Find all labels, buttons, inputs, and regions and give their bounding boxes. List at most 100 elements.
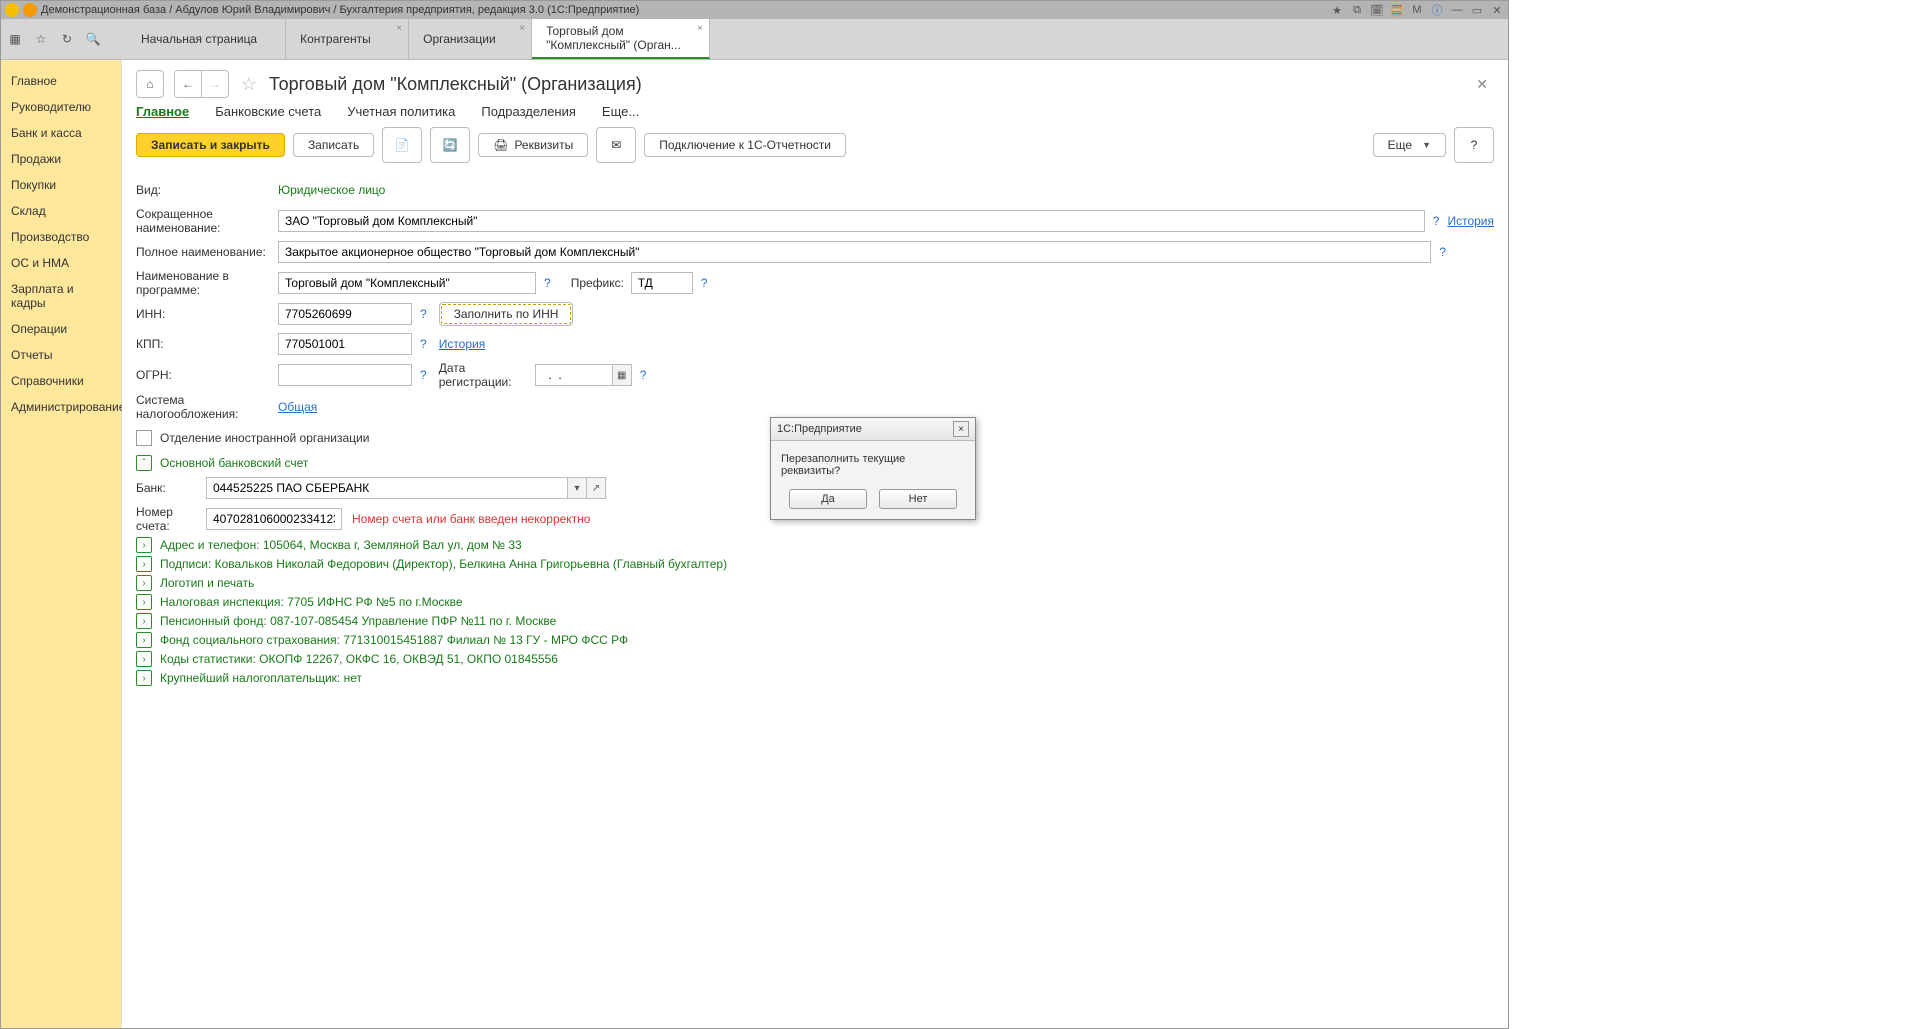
section-link[interactable]: Логотип и печать bbox=[160, 576, 254, 590]
reg-date-input[interactable] bbox=[535, 364, 613, 386]
ogrn-input[interactable] bbox=[278, 364, 412, 386]
expand-toggle[interactable] bbox=[136, 651, 152, 667]
help-icon[interactable]: ? bbox=[701, 276, 708, 290]
sidebar-item[interactable]: Справочники bbox=[1, 368, 121, 394]
expand-toggle[interactable] bbox=[136, 670, 152, 686]
titlebar-icon[interactable]: ⧉ bbox=[1350, 3, 1364, 17]
inn-input[interactable] bbox=[278, 303, 412, 325]
sidebar-item[interactable]: Руководителю bbox=[1, 94, 121, 120]
dropdown-icon[interactable]: ▾ bbox=[568, 477, 587, 499]
email-icon-button[interactable]: ✉ bbox=[596, 127, 636, 163]
section-link[interactable]: Коды статистики: ОКОПФ 12267, ОКФС 16, О… bbox=[160, 652, 558, 666]
fill-by-inn-button[interactable]: Заполнить по ИНН bbox=[439, 302, 574, 326]
tab-counterparties[interactable]: Контрагенты × bbox=[286, 19, 409, 59]
close-icon[interactable]: × bbox=[697, 23, 703, 34]
expand-toggle[interactable] bbox=[136, 632, 152, 648]
kpp-input[interactable] bbox=[278, 333, 412, 355]
home-button[interactable]: ⌂ bbox=[136, 70, 164, 98]
history-icon[interactable]: ↻ bbox=[59, 31, 75, 47]
search-icon[interactable]: 🔍 bbox=[85, 31, 101, 47]
history-link[interactable]: История bbox=[1447, 214, 1494, 228]
dialog-no-button[interactable]: Нет bbox=[879, 489, 957, 509]
document-icon-button[interactable]: 📄 bbox=[382, 127, 422, 163]
apps-icon[interactable]: ▦ bbox=[7, 31, 23, 47]
titlebar-icon[interactable]: 🧮 bbox=[1390, 3, 1404, 17]
expand-toggle[interactable] bbox=[136, 455, 152, 471]
maximize-button[interactable]: ▭ bbox=[1470, 3, 1484, 17]
refresh-icon-button[interactable]: 🔄 bbox=[430, 127, 470, 163]
sidebar-item[interactable]: Отчеты bbox=[1, 342, 121, 368]
help-icon[interactable]: ? bbox=[420, 307, 427, 321]
help-icon[interactable]: ? bbox=[420, 368, 427, 382]
foreign-branch-checkbox[interactable] bbox=[136, 430, 152, 446]
subnav-accounting-policy[interactable]: Учетная политика bbox=[347, 104, 455, 119]
titlebar-icon[interactable]: M bbox=[1410, 3, 1424, 17]
section-link[interactable]: Налоговая инспекция: 7705 ИФНС РФ №5 по … bbox=[160, 595, 463, 609]
tab-org-form[interactable]: Торговый дом "Комплексный" (Орган... × bbox=[532, 19, 710, 59]
help-icon[interactable]: ? bbox=[420, 337, 427, 351]
requisites-button[interactable]: 🖨 Реквизиты bbox=[478, 133, 588, 157]
tab-home[interactable]: Начальная страница bbox=[127, 19, 286, 59]
sidebar-item[interactable]: Склад bbox=[1, 198, 121, 224]
section-link[interactable]: Адрес и телефон: 105064, Москва г, Земля… bbox=[160, 538, 522, 552]
more-button[interactable]: Еще▼ bbox=[1373, 133, 1446, 157]
sidebar-item[interactable]: Покупки bbox=[1, 172, 121, 198]
dialog-close-button[interactable]: × bbox=[953, 421, 969, 437]
prog-name-input[interactable] bbox=[278, 272, 536, 294]
close-button[interactable]: ✕ bbox=[1490, 3, 1504, 17]
subnav-more[interactable]: Еще... bbox=[602, 104, 639, 119]
star-icon[interactable]: ☆ bbox=[33, 31, 49, 47]
bank-input[interactable] bbox=[206, 477, 568, 499]
main-bank-header[interactable]: Основной банковский счет bbox=[160, 456, 308, 470]
sidebar-item[interactable]: Зарплата и кадры bbox=[1, 276, 121, 316]
sidebar-item[interactable]: Производство bbox=[1, 224, 121, 250]
info-icon[interactable]: ⓘ bbox=[1430, 3, 1444, 17]
sidebar-item[interactable]: Главное bbox=[1, 68, 121, 94]
help-icon[interactable]: ? bbox=[1439, 245, 1446, 259]
expand-toggle[interactable] bbox=[136, 594, 152, 610]
minimize-button[interactable]: — bbox=[1450, 3, 1464, 17]
subnav-main[interactable]: Главное bbox=[136, 104, 189, 119]
section-link[interactable]: Крупнейший налогоплательщик: нет bbox=[160, 671, 362, 685]
favorite-icon[interactable]: ☆ bbox=[239, 74, 259, 94]
close-icon[interactable]: × bbox=[519, 23, 525, 34]
help-icon[interactable]: ? bbox=[640, 368, 647, 382]
calendar-icon[interactable]: ▦ bbox=[613, 364, 632, 386]
titlebar-icon[interactable]: 🗓 bbox=[1370, 3, 1384, 17]
back-button[interactable]: ← bbox=[174, 70, 202, 98]
sidebar-item[interactable]: Банк и касса bbox=[1, 120, 121, 146]
dialog-yes-button[interactable]: Да bbox=[789, 489, 867, 509]
prefix-input[interactable] bbox=[631, 272, 693, 294]
help-icon[interactable]: ? bbox=[1433, 214, 1440, 228]
close-page-button[interactable]: ✕ bbox=[1470, 76, 1494, 93]
tax-system-link[interactable]: Общая bbox=[278, 400, 317, 414]
tab-organizations[interactable]: Организации × bbox=[409, 19, 532, 59]
expand-toggle[interactable] bbox=[136, 537, 152, 553]
kpp-history-link[interactable]: История bbox=[439, 337, 486, 351]
save-close-button[interactable]: Записать и закрыть bbox=[136, 133, 285, 157]
save-button[interactable]: Записать bbox=[293, 133, 374, 157]
acc-input[interactable] bbox=[206, 508, 342, 530]
titlebar-icon[interactable]: ★ bbox=[1330, 3, 1344, 17]
sidebar-item[interactable]: Продажи bbox=[1, 146, 121, 172]
section-link[interactable]: Подписи: Ковальков Николай Федорович (Ди… bbox=[160, 557, 727, 571]
subnav-bank-accounts[interactable]: Банковские счета bbox=[215, 104, 321, 119]
expand-toggle[interactable] bbox=[136, 556, 152, 572]
vid-value[interactable]: Юридическое лицо bbox=[278, 183, 385, 197]
short-name-input[interactable] bbox=[278, 210, 1425, 232]
inn-label: ИНН: bbox=[136, 307, 278, 321]
open-icon[interactable]: ↗ bbox=[587, 477, 606, 499]
expand-toggle[interactable] bbox=[136, 613, 152, 629]
subnav-departments[interactable]: Подразделения bbox=[481, 104, 576, 119]
close-icon[interactable]: × bbox=[396, 23, 402, 34]
section-link[interactable]: Пенсионный фонд: 087-107-085454 Управлен… bbox=[160, 614, 556, 628]
connect-1c-button[interactable]: Подключение к 1С-Отчетности bbox=[644, 133, 846, 157]
full-name-input[interactable] bbox=[278, 241, 1431, 263]
sidebar-item[interactable]: ОС и НМА bbox=[1, 250, 121, 276]
help-icon[interactable]: ? bbox=[544, 276, 551, 290]
help-button[interactable]: ? bbox=[1454, 127, 1494, 163]
sidebar-item[interactable]: Операции bbox=[1, 316, 121, 342]
expand-toggle[interactable] bbox=[136, 575, 152, 591]
sidebar-item[interactable]: Администрирование bbox=[1, 394, 121, 420]
section-link[interactable]: Фонд социального страхования: 7713100154… bbox=[160, 633, 628, 647]
